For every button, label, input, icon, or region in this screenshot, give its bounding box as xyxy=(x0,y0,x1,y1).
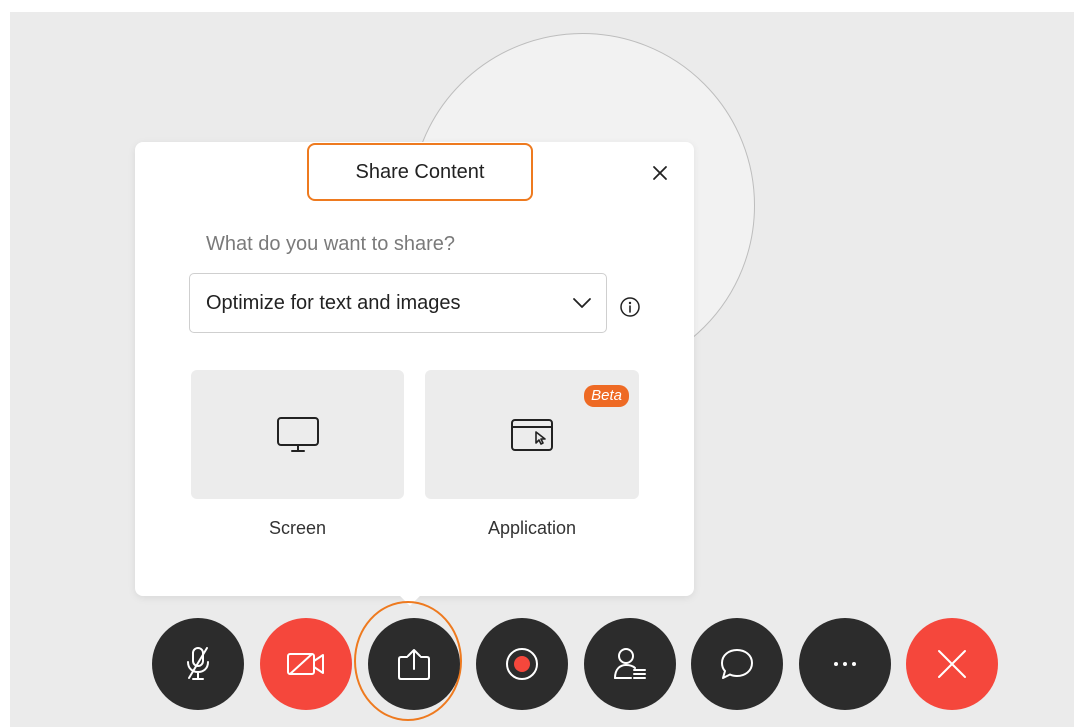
monitor-icon xyxy=(276,416,319,452)
share-question-label: What do you want to share? xyxy=(206,233,456,255)
close-dialog-button[interactable] xyxy=(645,158,675,188)
more-options-button[interactable] xyxy=(799,618,891,710)
share-button[interactable] xyxy=(368,618,460,710)
optimize-select[interactable]: Optimize for text and images xyxy=(189,273,607,333)
stop-video-button[interactable] xyxy=(260,618,352,710)
info-icon[interactable] xyxy=(619,296,641,318)
more-icon xyxy=(834,662,856,666)
chat-button[interactable] xyxy=(691,618,783,710)
mute-button[interactable] xyxy=(152,618,244,710)
video-off-icon xyxy=(287,653,324,675)
optimize-select-value: Optimize for text and images xyxy=(206,291,461,314)
leave-meeting-button[interactable] xyxy=(906,618,998,710)
close-icon xyxy=(938,650,966,678)
close-icon xyxy=(653,166,667,180)
chevron-down-icon xyxy=(573,298,591,308)
share-screen-option[interactable] xyxy=(191,370,404,499)
beta-badge: Beta xyxy=(584,385,629,407)
share-upload-icon xyxy=(398,649,430,680)
record-button[interactable] xyxy=(476,618,568,710)
dialog-title: Share Content xyxy=(307,143,533,201)
record-icon xyxy=(506,648,538,680)
screen-option-label: Screen xyxy=(268,518,327,538)
application-option-label: Application xyxy=(487,518,577,538)
participants-button[interactable] xyxy=(584,618,676,710)
chat-bubble-icon xyxy=(721,649,753,679)
share-application-option[interactable]: Beta xyxy=(425,370,639,499)
microphone-off-icon xyxy=(187,647,209,680)
share-content-dialog: Share Content What do you want to share?… xyxy=(135,142,694,606)
participants-icon xyxy=(614,648,646,679)
application-window-icon xyxy=(511,418,553,451)
